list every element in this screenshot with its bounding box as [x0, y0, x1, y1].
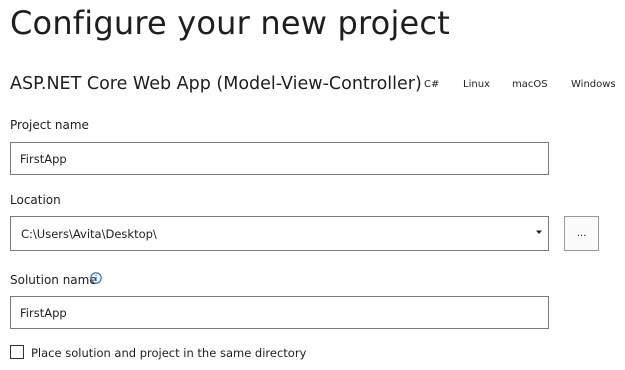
tag-platform-windows: Windows [571, 79, 616, 90]
tag-language: C# [424, 79, 440, 90]
browse-location-button[interactable]: ... [564, 216, 599, 251]
page-title: Configure your new project [10, 4, 450, 42]
chevron-down-icon[interactable] [535, 228, 543, 236]
solution-name-input[interactable] [10, 296, 549, 329]
location-value: C:\Users\Avita\Desktop\ [21, 227, 157, 241]
project-name-input[interactable] [10, 142, 549, 175]
tag-platform-linux: Linux [463, 79, 490, 90]
tag-platform-macos: macOS [512, 79, 548, 90]
same-directory-label[interactable]: Place solution and project in the same d… [31, 346, 306, 360]
location-combobox[interactable]: C:\Users\Avita\Desktop\ [10, 216, 549, 251]
template-tags: C# Linux macOS Windows [0, 79, 625, 93]
same-directory-checkbox[interactable] [10, 345, 24, 359]
solution-name-label: Solution name [10, 273, 97, 287]
project-name-label: Project name [10, 118, 89, 132]
info-icon[interactable] [90, 272, 102, 284]
location-label: Location [10, 193, 61, 207]
